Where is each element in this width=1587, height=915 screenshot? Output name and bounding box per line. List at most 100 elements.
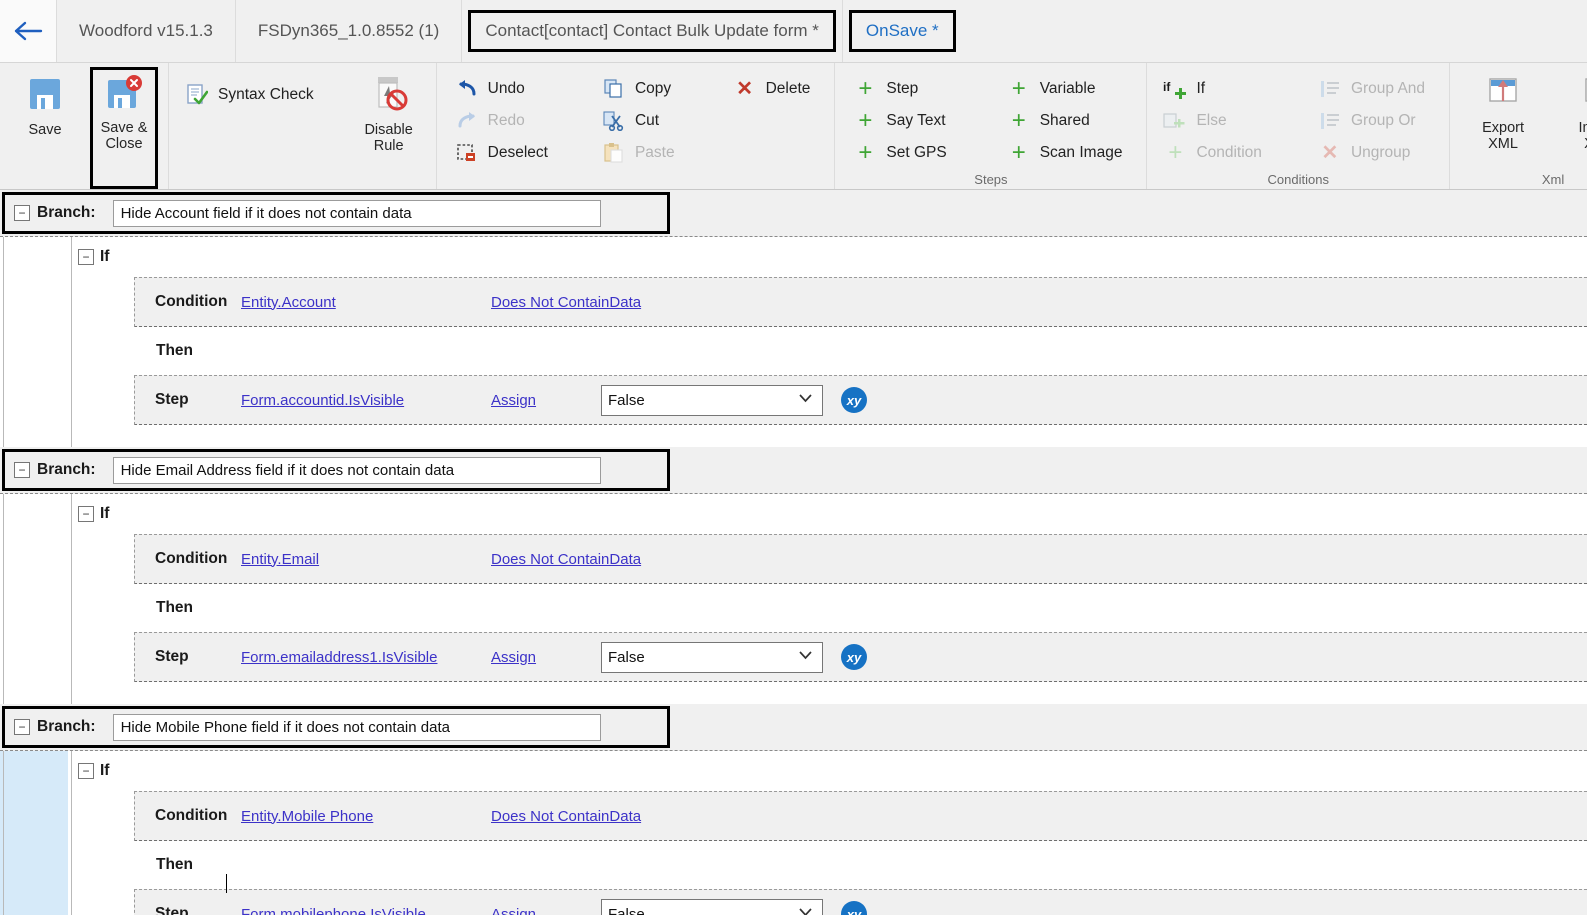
text-cursor	[226, 874, 227, 893]
tab-onsave[interactable]: OnSave *	[843, 10, 962, 52]
svg-text:if: if	[1163, 80, 1171, 94]
indent-guide	[71, 237, 72, 447]
ribbon-group-steps: + Step + Say Text + Set GPS + Variable +…	[835, 63, 1147, 189]
disable-rule-button[interactable]: Disable Rule	[352, 67, 426, 189]
branch-name-input[interactable]	[113, 714, 601, 741]
if-collapse-toggle[interactable]: −	[78, 763, 94, 779]
tab-woodford[interactable]: Woodford v15.1.3	[57, 0, 236, 62]
ribbon-group-xml: Export XML Import XML Xml	[1450, 63, 1587, 189]
step-value-select-wrap: False	[601, 642, 823, 673]
xy-icon[interactable]: xy	[841, 644, 867, 670]
export-xml-line2: XML	[1488, 136, 1518, 152]
if-header[interactable]: − If	[68, 494, 1587, 534]
condition-row[interactable]: Condition Entity.Account Does Not Contai…	[134, 277, 1587, 327]
deselect-button[interactable]: Deselect	[451, 137, 562, 169]
branch-body: − If Condition Entity.Account Does Not C…	[0, 237, 1587, 447]
branch-collapse-toggle[interactable]: −	[14, 205, 30, 221]
ribbon-group-edit: Undo Redo Deselect Copy	[437, 63, 836, 189]
save-label: Save	[28, 122, 61, 138]
conditions-column-1: if If Else + Condition	[1159, 67, 1276, 189]
add-step-button[interactable]: + Step	[849, 73, 960, 105]
tab-project[interactable]: FSDyn365_1.0.8552 (1)	[236, 0, 462, 62]
step-value-select[interactable]: False	[601, 642, 823, 673]
add-set-gps-label: Set GPS	[886, 144, 946, 162]
add-scan-image-button[interactable]: + Scan Image	[1003, 137, 1137, 169]
if-collapse-toggle[interactable]: −	[78, 506, 94, 522]
rule-column: Syntax Check	[181, 67, 328, 189]
if-header[interactable]: − If	[68, 237, 1587, 277]
step-action-link[interactable]: Assign	[491, 392, 601, 409]
steps-column-1: + Step + Say Text + Set GPS	[849, 67, 960, 189]
if-collapse-toggle[interactable]: −	[78, 249, 94, 265]
branch-collapse-toggle[interactable]: −	[14, 462, 30, 478]
branch-body: − If Condition Entity.Email Does Not Con…	[0, 494, 1587, 704]
add-step-label: Step	[886, 80, 918, 98]
import-xml-button[interactable]: Import XML	[1564, 67, 1587, 189]
step-value-select[interactable]: False	[601, 385, 823, 416]
step-row[interactable]: Step Form.emailaddress1.IsVisible Assign…	[134, 632, 1587, 682]
add-shared-label: Shared	[1040, 112, 1090, 130]
add-shared-button[interactable]: + Shared	[1003, 105, 1137, 137]
plus-icon: +	[853, 78, 877, 100]
cut-button[interactable]: Cut	[598, 105, 689, 137]
add-variable-label: Variable	[1040, 80, 1096, 98]
ungroup-x-icon: ✕	[1318, 142, 1342, 164]
disable-rule-icon	[370, 75, 408, 117]
condition-field-link[interactable]: Entity.Mobile Phone	[241, 808, 491, 825]
condition-row[interactable]: Condition Entity.Mobile Phone Does Not C…	[134, 791, 1587, 841]
xy-icon[interactable]: xy	[841, 387, 867, 413]
branch-header[interactable]: − Branch:	[0, 447, 1587, 494]
export-xml-button[interactable]: Export XML	[1468, 67, 1538, 189]
then-header: Then	[68, 841, 1587, 889]
add-if-button[interactable]: if If	[1159, 73, 1276, 105]
branch-header[interactable]: − Branch:	[0, 704, 1587, 751]
step-action-link[interactable]: Assign	[491, 649, 601, 666]
undo-button[interactable]: Undo	[451, 73, 562, 105]
redo-button: Redo	[451, 105, 562, 137]
branch-collapse-toggle[interactable]: −	[14, 719, 30, 735]
delete-button[interactable]: ✕ Delete	[729, 73, 825, 105]
step-target-link[interactable]: Form.accountid.IsVisible	[241, 392, 491, 409]
add-set-gps-button[interactable]: + Set GPS	[849, 137, 960, 169]
export-xml-icon	[1482, 75, 1524, 115]
add-variable-button[interactable]: + Variable	[1003, 73, 1137, 105]
save-button[interactable]: Save	[14, 67, 76, 189]
branch-name-input[interactable]	[113, 457, 601, 484]
step-action-link[interactable]: Assign	[491, 906, 601, 915]
condition-label: Condition	[155, 807, 241, 825]
syntax-check-button[interactable]: Syntax Check	[181, 79, 328, 111]
branch-content: − If Condition Entity.Account Does Not C…	[68, 237, 1587, 447]
xml-group-label: Xml	[1468, 172, 1587, 187]
branch-content: − If Condition Entity.Mobile Phone Does …	[68, 751, 1587, 915]
indent-guide	[71, 494, 72, 704]
branch-name-input[interactable]	[113, 200, 601, 227]
cut-icon	[602, 110, 626, 132]
back-button[interactable]	[0, 0, 57, 62]
save-and-close-button[interactable]: Save & Close	[90, 67, 158, 189]
condition-operator-link[interactable]: Does Not ContainData	[491, 294, 641, 311]
ribbon-group-save: Save Save & Close	[0, 63, 169, 189]
ribbon-group-conditions: if If Else + Condition Group And	[1147, 63, 1450, 189]
step-row[interactable]: Step Form.mobilephone.IsVisible Assign F…	[134, 889, 1587, 915]
tab-project-label: FSDyn365_1.0.8552 (1)	[258, 21, 439, 41]
condition-field-link[interactable]: Entity.Account	[241, 294, 491, 311]
if-label: If	[100, 762, 109, 780]
add-say-text-button[interactable]: + Say Text	[849, 105, 960, 137]
plus-icon: +	[853, 142, 877, 164]
condition-operator-link[interactable]: Does Not ContainData	[491, 808, 641, 825]
syntax-check-icon	[185, 84, 209, 106]
tab-contact-form[interactable]: Contact[contact] Contact Bulk Update for…	[462, 10, 842, 52]
step-target-link[interactable]: Form.mobilephone.IsVisible	[241, 906, 491, 915]
condition-row[interactable]: Condition Entity.Email Does Not ContainD…	[134, 534, 1587, 584]
step-row[interactable]: Step Form.accountid.IsVisible Assign Fal…	[134, 375, 1587, 425]
condition-field-link[interactable]: Entity.Email	[241, 551, 491, 568]
condition-operator-link[interactable]: Does Not ContainData	[491, 551, 641, 568]
if-header[interactable]: − If	[68, 751, 1587, 791]
branch-label: Branch:	[37, 461, 96, 479]
copy-button[interactable]: Copy	[598, 73, 689, 105]
edit-column-1: Undo Redo Deselect	[451, 67, 562, 189]
branch-header[interactable]: − Branch:	[0, 190, 1587, 237]
group-or-icon	[1318, 110, 1342, 132]
if-add-icon: if	[1163, 78, 1187, 100]
step-target-link[interactable]: Form.emailaddress1.IsVisible	[241, 649, 491, 666]
